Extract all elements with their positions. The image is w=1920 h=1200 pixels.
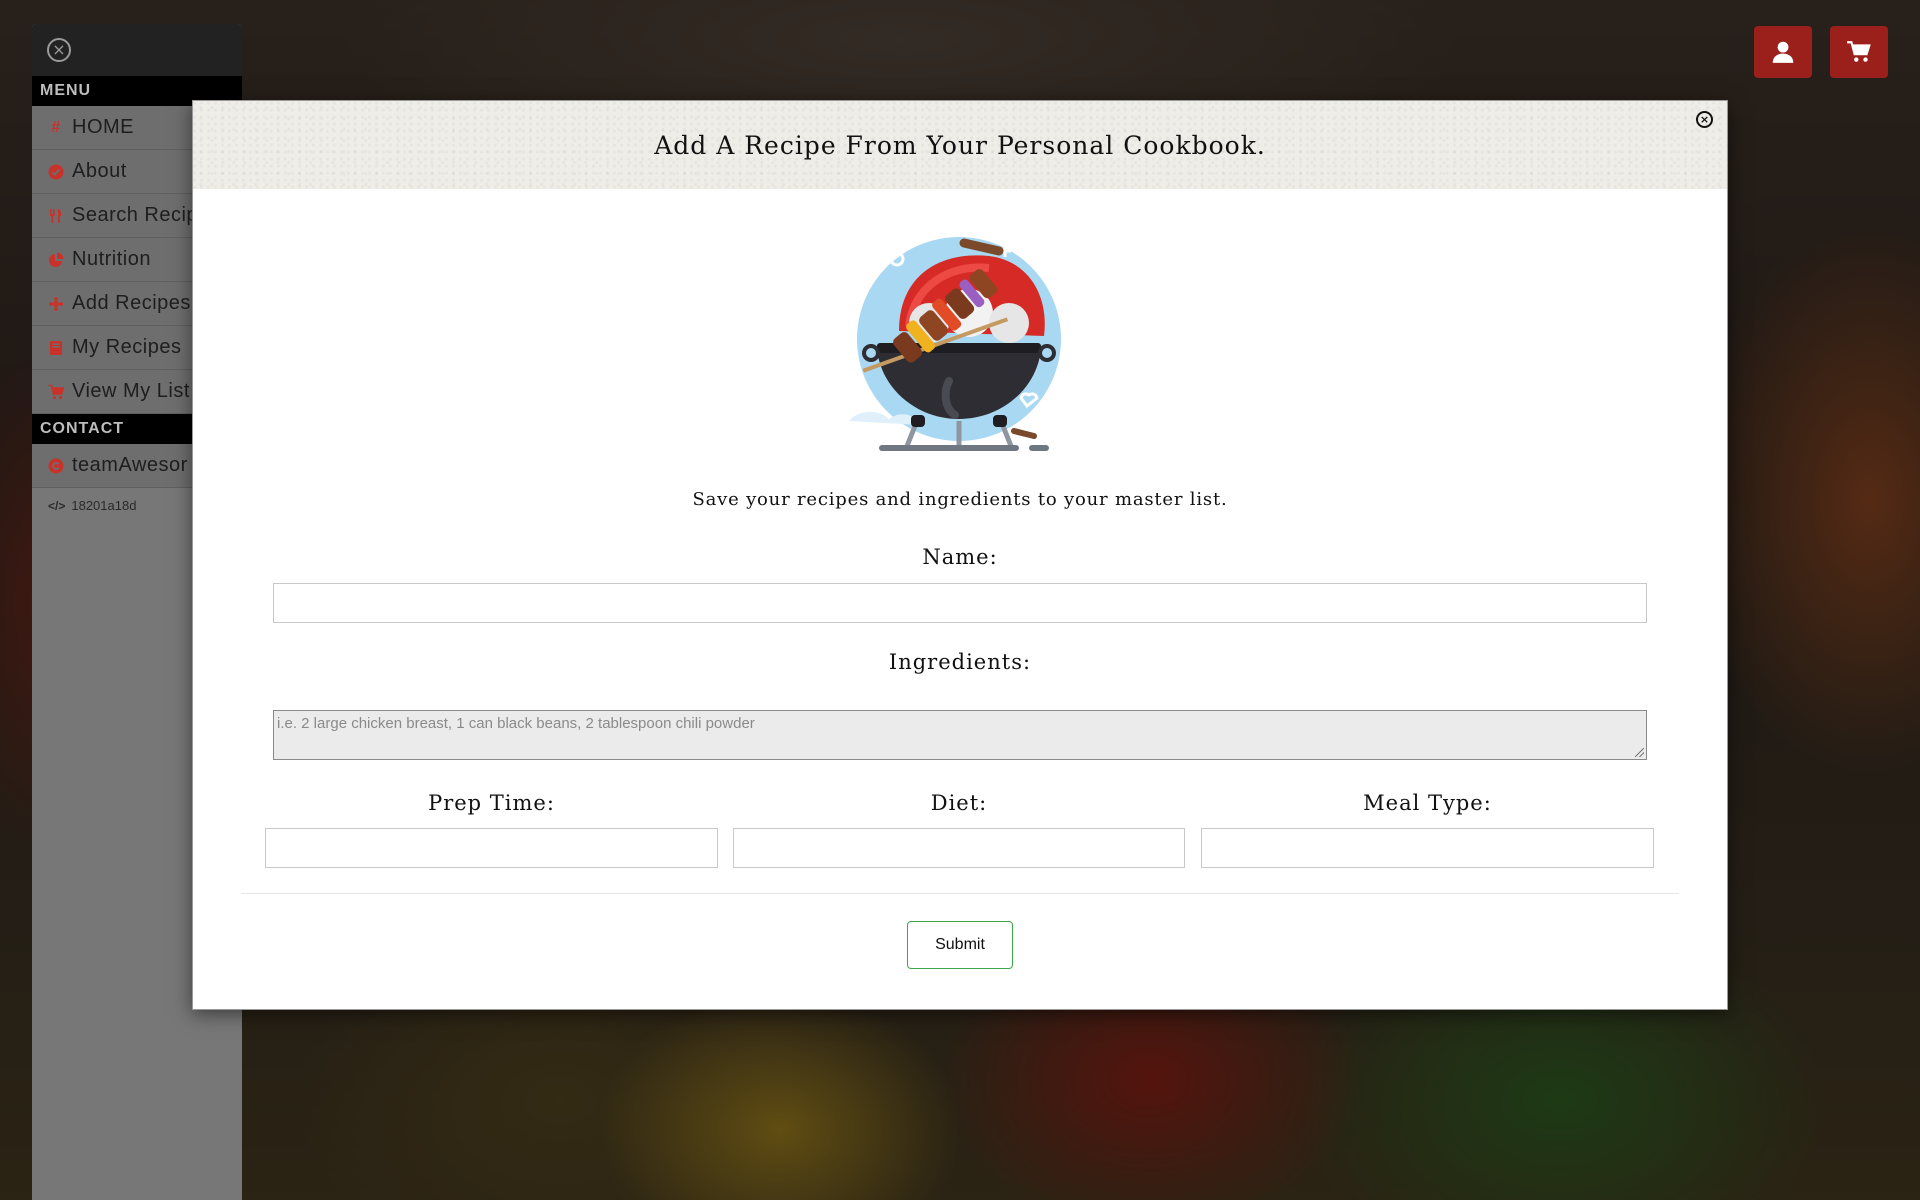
plus-icon: [48, 296, 64, 312]
ingredients-label: Ingredients:: [888, 650, 1032, 674]
utensils-icon: [48, 208, 64, 224]
book-icon: [48, 340, 64, 356]
sidebar-item-label: Search Recip: [72, 204, 199, 226]
diet-label: Diet:: [930, 791, 988, 815]
sidebar-item-label: View My List: [72, 380, 190, 402]
hash-icon: #: [51, 118, 61, 136]
modal-close-icon[interactable]: ×: [1696, 111, 1713, 128]
cart-icon: [1847, 41, 1871, 62]
sidebar-header: ×: [32, 24, 242, 76]
add-recipe-modal: Add A Recipe From Your Personal Cookbook…: [192, 100, 1728, 1010]
sidebar-item-label: My Recipes: [72, 336, 182, 358]
sidebar-item-label: HOME: [72, 116, 134, 138]
sidebar-item-label: Add Recipes: [72, 292, 191, 314]
meal-type-input[interactable]: [1201, 828, 1654, 868]
meal-type-label: Meal Type:: [1363, 791, 1492, 815]
submit-button[interactable]: Submit: [907, 921, 1013, 969]
code-icon: </>: [48, 498, 66, 513]
cart-button[interactable]: [1830, 26, 1888, 78]
ingredients-placeholder: i.e. 2 large chicken breast, 1 can black…: [277, 715, 755, 732]
version-label: 18201a18d: [71, 498, 137, 513]
resize-handle[interactable]: [1635, 748, 1644, 757]
sidebar-item-label: About: [72, 160, 127, 182]
prep-time-label: Prep Time:: [428, 791, 555, 815]
user-icon: [1772, 41, 1794, 63]
sidebar-close-icon[interactable]: ×: [47, 38, 71, 62]
check-circle-icon: [48, 164, 64, 180]
prep-time-input[interactable]: [265, 828, 718, 868]
pie-chart-icon: [48, 252, 64, 268]
sidebar-item-label: teamAwesor: [72, 454, 188, 476]
sidebar-item-label: Nutrition: [72, 248, 151, 270]
ingredients-textarea[interactable]: i.e. 2 large chicken breast, 1 can black…: [273, 710, 1647, 760]
cart-icon: [48, 384, 64, 400]
modal-title: Add A Recipe From Your Personal Cookbook…: [654, 130, 1266, 160]
modal-header: Add A Recipe From Your Personal Cookbook…: [193, 101, 1727, 189]
bbq-grill-illustration: [849, 237, 1061, 451]
name-label: Name:: [922, 545, 998, 569]
diet-input[interactable]: [733, 828, 1185, 868]
form-divider: [241, 893, 1679, 894]
name-input[interactable]: [273, 583, 1647, 623]
copyright-icon: [48, 458, 64, 474]
user-button[interactable]: [1754, 26, 1812, 78]
modal-tagline: Save your recipes and ingredients to you…: [692, 489, 1228, 510]
